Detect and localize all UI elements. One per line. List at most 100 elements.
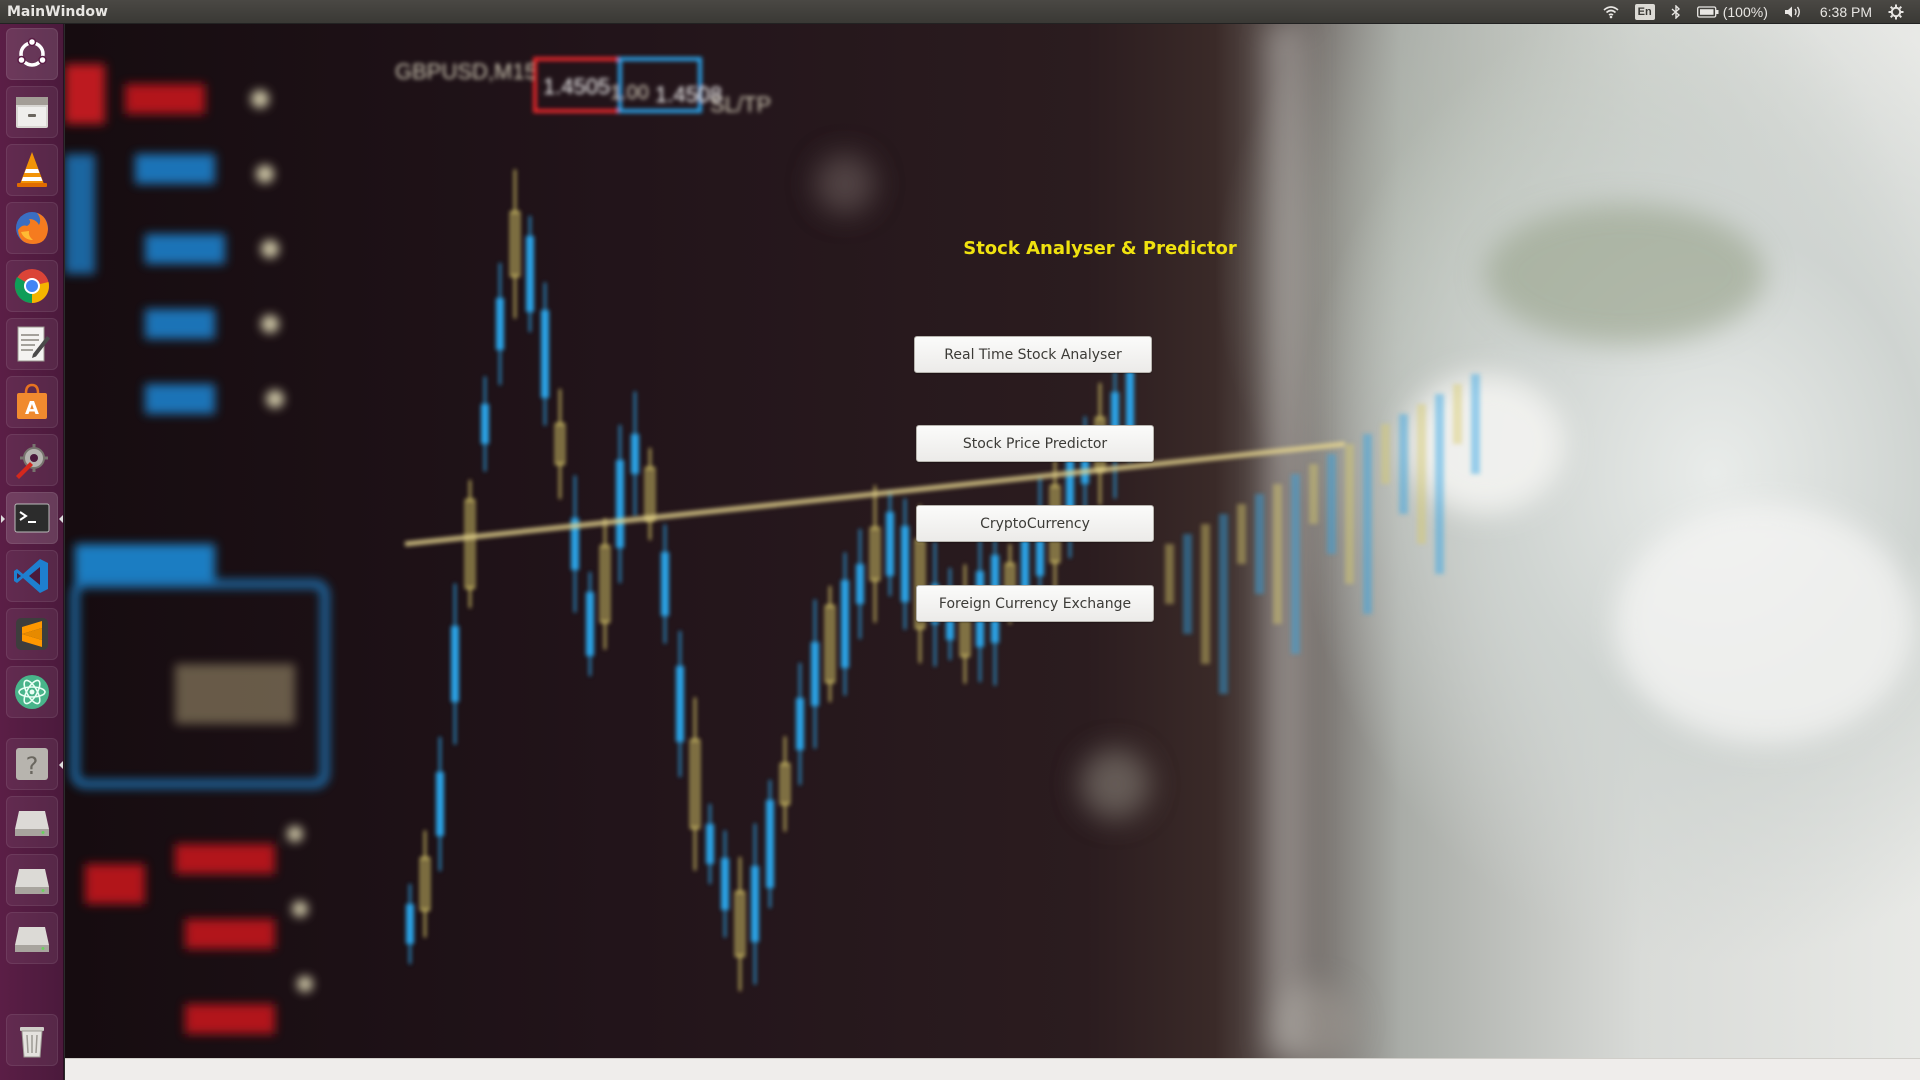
candle-body	[481, 404, 489, 444]
drive-launcher-button-3[interactable]	[6, 912, 58, 964]
candle-body	[541, 310, 549, 398]
candle-body	[1399, 414, 1408, 514]
candle-body	[1165, 544, 1174, 604]
file-cabinet-icon	[16, 97, 48, 128]
candle-body	[766, 800, 774, 888]
chrome-icon	[14, 269, 49, 303]
bluetooth-icon[interactable]	[1663, 0, 1689, 24]
candle-body	[1273, 484, 1282, 624]
atom-icon	[15, 675, 49, 709]
atom-launcher-button[interactable]	[6, 666, 58, 718]
window-bottom-strip	[65, 1058, 1920, 1080]
volume-icon[interactable]	[1776, 0, 1812, 24]
candle-body	[721, 858, 729, 910]
top-panel: MainWindow En (100%) 6:38 PM	[0, 0, 1920, 24]
battery-percentage: (100%)	[1722, 3, 1768, 20]
candle-body	[676, 666, 684, 742]
trash-icon	[20, 1027, 44, 1058]
candle-body	[796, 698, 804, 750]
candle-body	[856, 564, 864, 604]
question-mark-icon: ?	[16, 748, 48, 780]
window-title: MainWindow	[7, 3, 108, 20]
candle-body	[811, 642, 819, 706]
sublime-launcher-button[interactable]	[6, 608, 58, 660]
system-settings-launcher-button[interactable]	[6, 434, 58, 486]
candle-body	[841, 580, 849, 668]
candle-body	[886, 512, 894, 576]
overlay-bid: 1.4505	[543, 74, 610, 99]
candle-body	[1345, 444, 1354, 584]
ubuntu-logo-icon	[17, 37, 47, 67]
gear-icon[interactable]	[1880, 0, 1912, 24]
wifi-icon[interactable]	[1595, 0, 1627, 24]
candle-body	[1291, 474, 1300, 654]
overlay-lot: 1.00	[610, 82, 649, 104]
clock[interactable]: 6:38 PM	[1812, 0, 1880, 24]
terminal-launcher-button[interactable]	[1, 492, 63, 544]
candle-body	[616, 460, 624, 548]
traffic-cone-icon	[17, 152, 47, 187]
candle-body	[661, 552, 669, 616]
unknown-app-launcher-button[interactable]: ?	[6, 738, 63, 790]
candle-body	[1435, 394, 1444, 574]
overlay-sltp: SL/TP	[710, 92, 771, 117]
candle-body	[436, 772, 444, 836]
candle-body	[1201, 524, 1210, 664]
drive-icon	[15, 869, 49, 894]
battery-indicator[interactable]: (100%)	[1689, 0, 1776, 24]
drive-icon	[15, 927, 49, 952]
indicator-area: En (100%) 6:38 PM	[1595, 0, 1920, 24]
main-window: GBPUSD,M15 1.4505 1.00 1.4508 SL/TP Stoc…	[65, 24, 1920, 1058]
drive-icon	[15, 811, 49, 836]
candle-body	[1471, 374, 1480, 474]
candle-body	[751, 866, 759, 942]
stock-price-predictor-button[interactable]: Stock Price Predictor	[916, 425, 1154, 462]
vlc-launcher-button[interactable]	[6, 144, 58, 196]
candle-body	[586, 592, 594, 656]
shopping-bag-icon: A	[17, 383, 47, 419]
vscode-launcher-button[interactable]	[6, 550, 58, 602]
candle-body	[706, 824, 714, 864]
sublime-icon	[16, 618, 48, 650]
text-editor-icon	[17, 326, 50, 362]
launcher: A ?	[0, 24, 64, 1080]
candle-body	[1417, 404, 1426, 544]
app-title: Stock Analyser & Predictor	[963, 238, 1237, 259]
candle-body	[526, 236, 534, 312]
wrench-gear-icon	[16, 444, 48, 479]
vscode-icon	[14, 559, 48, 593]
svg-text:A: A	[25, 398, 39, 419]
firefox-icon	[16, 212, 48, 244]
candle-body	[1363, 434, 1372, 614]
candle-body	[1453, 384, 1462, 444]
drive-launcher-button-2[interactable]	[6, 854, 58, 906]
candle-body	[1219, 514, 1228, 694]
terminal-icon	[14, 503, 50, 533]
candle-body	[1183, 534, 1192, 634]
software-center-launcher-button[interactable]: A	[6, 376, 58, 428]
trash-launcher-button[interactable]	[6, 1014, 58, 1066]
real-time-stock-analyser-button[interactable]: Real Time Stock Analyser	[914, 336, 1152, 373]
candle-body	[1237, 504, 1246, 564]
ubuntu-dash-button[interactable]	[6, 28, 58, 80]
candle-body	[451, 626, 459, 702]
overlay-pair-label: GBPUSD,M15	[395, 59, 537, 84]
candle-body	[1255, 494, 1264, 594]
candle-body	[1327, 454, 1336, 554]
cryptocurrency-button[interactable]: CryptoCurrency	[916, 505, 1154, 542]
keyboard-layout-indicator[interactable]: En	[1627, 0, 1663, 24]
candle-body	[406, 904, 414, 944]
candle-body	[1309, 464, 1318, 524]
files-launcher-button[interactable]	[6, 86, 58, 138]
candle-body	[631, 434, 639, 474]
drive-launcher-button-1[interactable]	[6, 796, 58, 848]
candle-body	[1021, 538, 1029, 590]
battery-icon	[1696, 5, 1719, 18]
candle-body	[496, 298, 504, 350]
candle-body	[1381, 424, 1390, 484]
firefox-launcher-button[interactable]	[6, 202, 58, 254]
foreign-currency-exchange-button[interactable]: Foreign Currency Exchange	[916, 585, 1154, 622]
text-editor-launcher-button[interactable]	[6, 318, 58, 370]
chrome-launcher-button[interactable]	[6, 260, 58, 312]
candle-body	[901, 526, 909, 602]
